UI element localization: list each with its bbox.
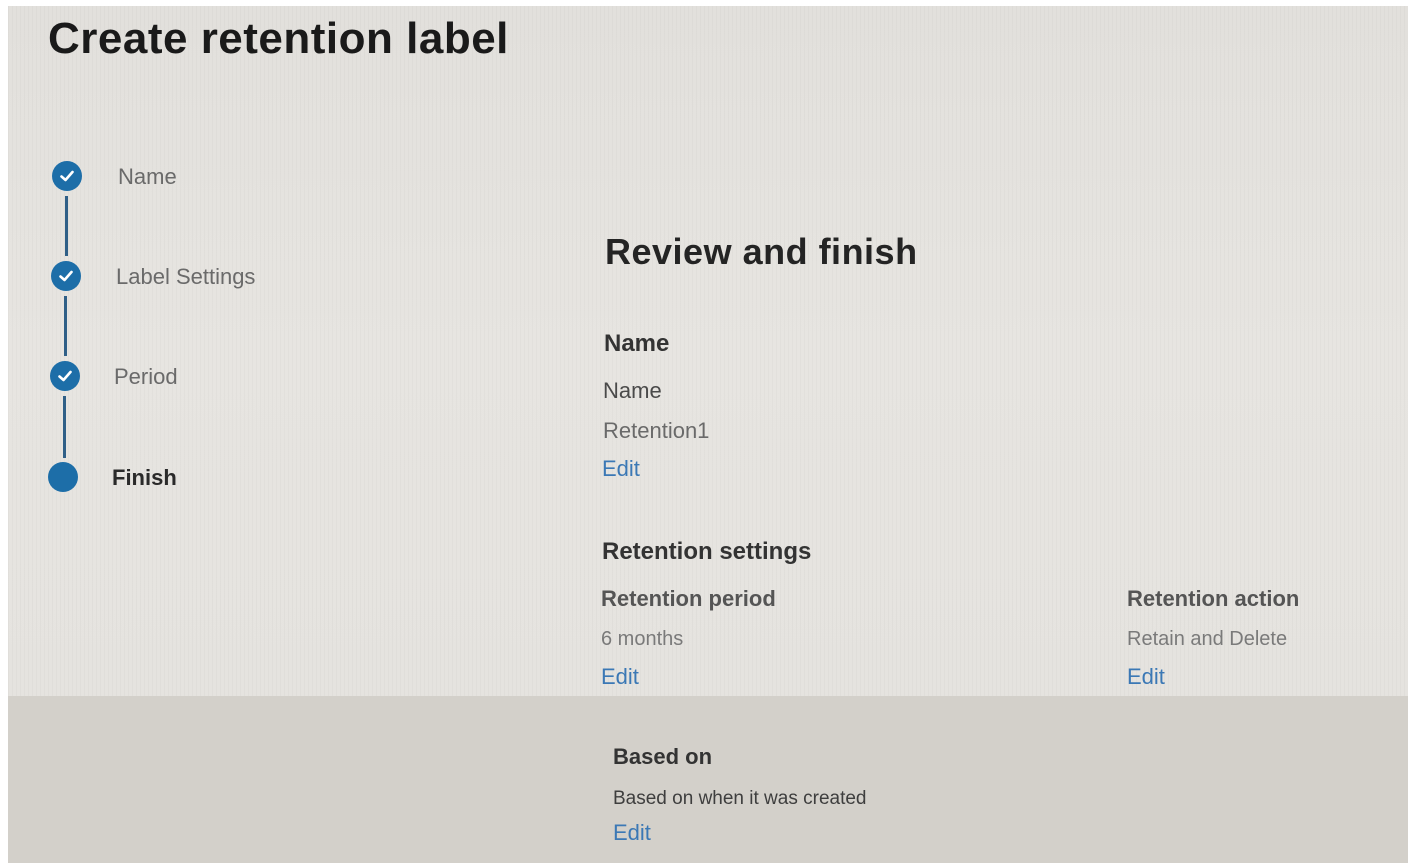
- retention-period-value: 6 months: [601, 628, 684, 650]
- based-on-value: Based on when it was created: [613, 788, 867, 809]
- retention-action-label: Retention action: [1127, 586, 1300, 611]
- edit-retention-action-link[interactable]: Edit: [1127, 664, 1165, 690]
- edit-based-on-link[interactable]: Edit: [613, 820, 651, 846]
- based-on-heading: Based on: [613, 744, 713, 769]
- retention-settings-heading: Retention settings: [602, 538, 812, 565]
- edit-retention-period-link[interactable]: Edit: [601, 664, 639, 690]
- name-field-label: Name: [603, 378, 662, 403]
- edit-name-link[interactable]: Edit: [602, 456, 640, 482]
- review-panel: Review and finish Name Name Retention1 E…: [8, 6, 1408, 863]
- name-section-heading: Name: [604, 330, 670, 357]
- review-title: Review and finish: [605, 231, 918, 272]
- app-window: Create retention label Name Label Settin…: [8, 6, 1408, 863]
- retention-period-label: Retention period: [601, 586, 776, 611]
- name-field-value: Retention1: [603, 418, 710, 443]
- retention-action-value: Retain and Delete: [1127, 628, 1288, 650]
